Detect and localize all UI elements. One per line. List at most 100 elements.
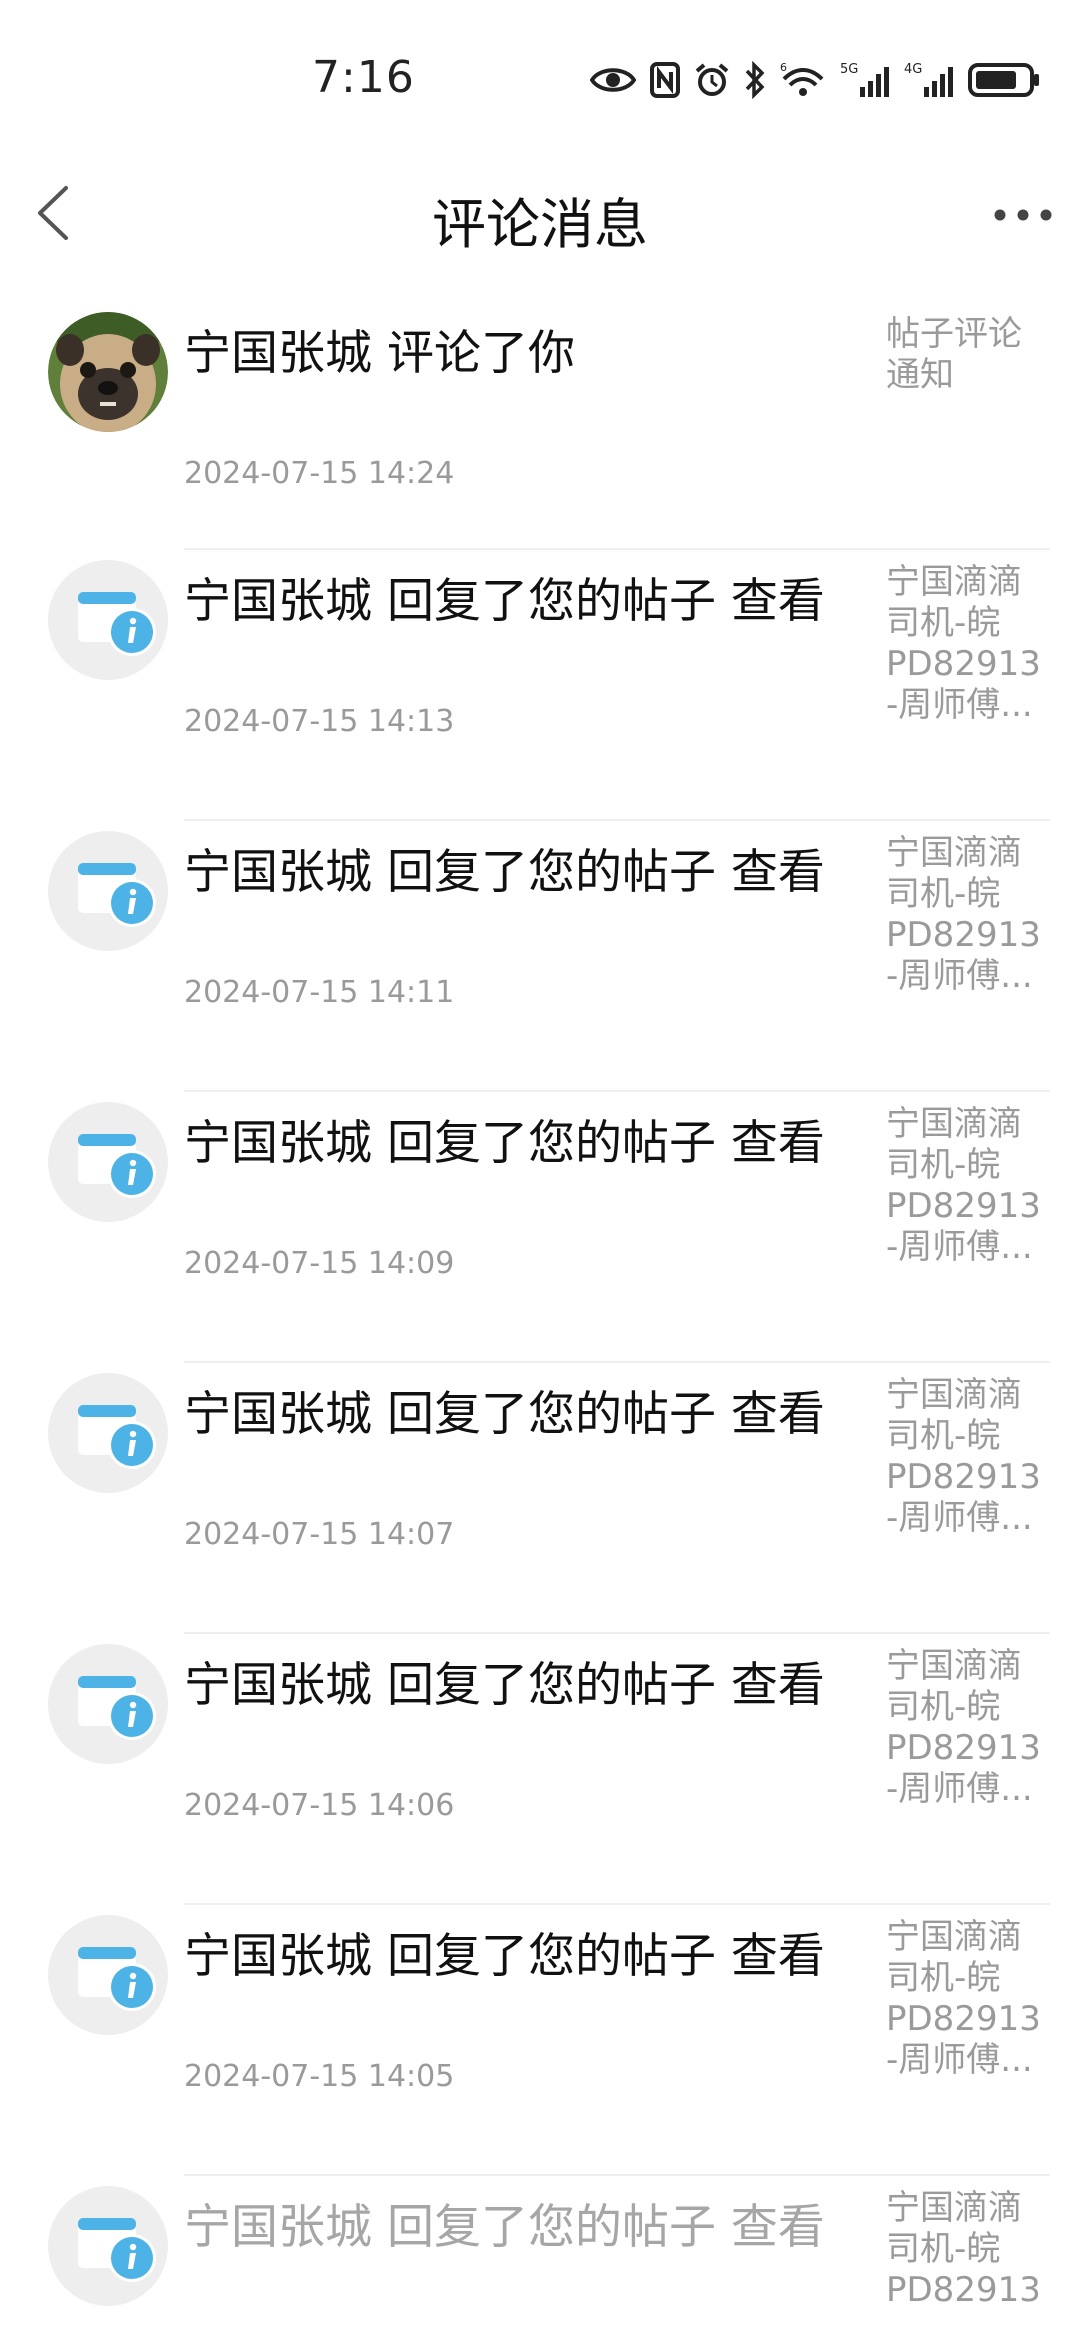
divider xyxy=(184,1903,1050,1905)
source-line: -周师傅... xyxy=(886,685,1033,725)
source-line: -周师傅... xyxy=(886,2040,1033,2080)
bluetooth-icon xyxy=(744,61,766,99)
message-source: 宁国滴滴 司机-皖 PD82913 -周师傅... xyxy=(886,562,1056,726)
source-line: 宁国滴滴 xyxy=(886,1646,1022,1686)
source-line: 宁国滴滴 xyxy=(886,1917,1022,1957)
source-line: -周师傅... xyxy=(886,1769,1033,1809)
info-icon xyxy=(78,1134,156,1198)
message-title: 宁国张城 回复了您的帖子 查看 xyxy=(184,574,825,629)
source-line: -周师傅... xyxy=(886,1498,1033,1538)
signal-4g-icon: 4G xyxy=(904,61,954,99)
pug-avatar-image xyxy=(48,312,168,432)
source-line: PD82913 xyxy=(886,1186,1041,1226)
message-title: 宁国张城 回复了您的帖子 查看 xyxy=(184,845,825,900)
message-time: 2024-07-15 14:05 xyxy=(184,2059,455,2094)
message-title: 宁国张城 回复了您的帖子 查看 xyxy=(184,1929,825,1984)
message-title: 宁国张城 评论了你 xyxy=(184,326,575,381)
message-item[interactable]: 宁国张城 回复了您的帖子 查看 2024-07-15 14:09 宁国滴滴 司机… xyxy=(0,1090,1080,1361)
more-button[interactable] xyxy=(988,190,1058,240)
header-bar: 评论消息 xyxy=(0,160,1080,270)
info-icon xyxy=(78,1947,156,2011)
source-line: 宁国滴滴 xyxy=(886,562,1022,602)
message-source: 帖子评论 通知 xyxy=(886,314,1056,396)
user-avatar[interactable] xyxy=(48,312,168,432)
system-avatar xyxy=(48,2186,168,2306)
system-avatar xyxy=(48,1915,168,2035)
source-line: PD82913 xyxy=(886,1999,1041,2039)
status-time: 7:16 xyxy=(312,52,415,103)
message-time: 2024-07-15 14:24 xyxy=(184,456,455,491)
source-line: 宁国滴滴 xyxy=(886,1104,1022,1144)
system-avatar xyxy=(48,560,168,680)
status-icons: 6 5G 4G xyxy=(590,58,1040,102)
nfc-icon xyxy=(650,62,680,98)
source-line: PD82913 xyxy=(886,1728,1041,1768)
divider xyxy=(184,548,1050,550)
message-time: 2024-07-15 14:09 xyxy=(184,1246,455,1281)
source-line: 司机-皖 xyxy=(886,1687,1001,1727)
signal-5g-label: 5G xyxy=(840,62,858,77)
message-list: 宁国张城 评论了你 2024-07-15 14:24 帖子评论 通知 宁国张城 … xyxy=(0,300,1080,2340)
message-source: 宁国滴滴 司机-皖 PD82913 -周师傅... xyxy=(886,1104,1056,1268)
source-line: 司机-皖 xyxy=(886,1958,1001,1998)
divider xyxy=(184,1632,1050,1634)
divider xyxy=(184,2174,1050,2176)
message-item[interactable]: 宁国张城 回复了您的帖子 查看 2024-07-15 14:13 宁国滴滴 司机… xyxy=(0,548,1080,819)
message-title: 宁国张城 回复了您的帖子 查看 xyxy=(184,2200,825,2255)
system-avatar xyxy=(48,831,168,951)
message-item[interactable]: 宁国张城 回复了您的帖子 查看 2024-07-15 14:05 宁国滴滴 司机… xyxy=(0,1903,1080,2174)
message-time: 2024-07-15 14:07 xyxy=(184,1517,455,1552)
message-title: 宁国张城 回复了您的帖子 查看 xyxy=(184,1116,825,1171)
message-item[interactable]: 宁国张城 回复了您的帖子 查看 2024-07-15 14:11 宁国滴滴 司机… xyxy=(0,819,1080,1090)
source-line: 司机-皖 xyxy=(886,1145,1001,1185)
divider xyxy=(184,1361,1050,1363)
wifi-6-label: 6 xyxy=(780,61,787,74)
info-icon xyxy=(78,1405,156,1469)
message-source: 宁国滴滴 司机-皖 PD82913 xyxy=(886,2188,1056,2311)
source-line: 宁国滴滴 xyxy=(886,833,1022,873)
message-title: 宁国张城 回复了您的帖子 查看 xyxy=(184,1658,825,1713)
page-title: 评论消息 xyxy=(432,193,648,256)
info-icon xyxy=(78,863,156,927)
comment-messages-screen: 7:16 6 5G 4G 评论消息 宁国张城 评论了你 2024-07-15 1… xyxy=(0,0,1080,2340)
info-icon xyxy=(78,1676,156,1740)
source-line: 司机-皖 xyxy=(886,603,1001,643)
source-line: 帖子评论 xyxy=(886,314,1022,354)
message-time: 2024-07-15 14:13 xyxy=(184,704,455,739)
source-line: PD82913 xyxy=(886,2270,1041,2310)
info-icon xyxy=(78,2218,156,2282)
system-avatar xyxy=(48,1373,168,1493)
source-line: PD82913 xyxy=(886,1457,1041,1497)
eye-icon xyxy=(590,65,636,95)
more-dots-icon xyxy=(994,209,1052,221)
message-source: 宁国滴滴 司机-皖 PD82913 -周师傅... xyxy=(886,1917,1056,2081)
source-line: 司机-皖 xyxy=(886,1416,1001,1456)
source-line: 宁国滴滴 xyxy=(886,1375,1022,1415)
message-item[interactable]: 宁国张城 回复了您的帖子 查看 宁国滴滴 司机-皖 PD82913 xyxy=(0,2174,1080,2340)
source-line: PD82913 xyxy=(886,644,1041,684)
message-item[interactable]: 宁国张城 回复了您的帖子 查看 2024-07-15 14:07 宁国滴滴 司机… xyxy=(0,1361,1080,1632)
info-icon xyxy=(78,592,156,656)
signal-4g-label: 4G xyxy=(904,62,922,77)
status-bar: 7:16 6 5G 4G xyxy=(0,0,1080,160)
wifi-6-icon: 6 xyxy=(780,61,826,99)
message-source: 宁国滴滴 司机-皖 PD82913 -周师傅... xyxy=(886,1646,1056,1810)
message-title: 宁国张城 回复了您的帖子 查看 xyxy=(184,1387,825,1442)
system-avatar xyxy=(48,1102,168,1222)
source-line: 司机-皖 xyxy=(886,874,1001,914)
battery-icon xyxy=(968,62,1040,98)
divider xyxy=(184,819,1050,821)
message-time: 2024-07-15 14:06 xyxy=(184,1788,455,1823)
system-avatar xyxy=(48,1644,168,1764)
message-item[interactable]: 宁国张城 评论了你 2024-07-15 14:24 帖子评论 通知 xyxy=(0,300,1080,548)
source-line: 通知 xyxy=(886,355,954,395)
source-line: 司机-皖 xyxy=(886,2229,1001,2269)
source-line: -周师傅... xyxy=(886,1227,1033,1267)
source-line: 宁国滴滴 xyxy=(886,2188,1022,2228)
message-source: 宁国滴滴 司机-皖 PD82913 -周师傅... xyxy=(886,833,1056,997)
alarm-icon xyxy=(694,62,730,98)
message-item[interactable]: 宁国张城 回复了您的帖子 查看 2024-07-15 14:06 宁国滴滴 司机… xyxy=(0,1632,1080,1903)
divider xyxy=(184,1090,1050,1092)
signal-5g-icon: 5G xyxy=(840,61,890,99)
message-source: 宁国滴滴 司机-皖 PD82913 -周师傅... xyxy=(886,1375,1056,1539)
